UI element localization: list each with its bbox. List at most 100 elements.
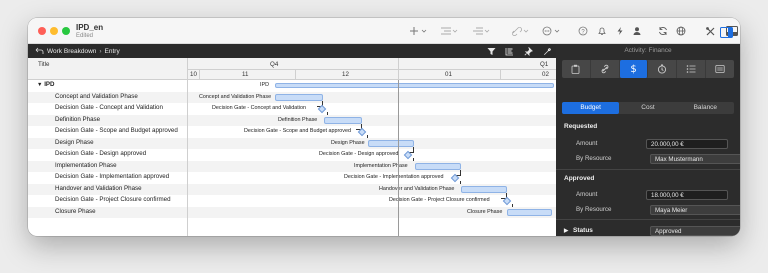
- tab-list-icon[interactable]: [677, 60, 707, 78]
- gantt-label: Handover and Validation Phase: [379, 185, 455, 192]
- approved-amount-input[interactable]: 18.000,00 €: [646, 190, 728, 200]
- tab-document-icon[interactable]: [562, 60, 591, 78]
- gantt-label: Concept and Validation Phase: [199, 93, 272, 100]
- gantt-label: Decision Gate - Design approved: [319, 151, 399, 157]
- table-row[interactable]: Implementation Phase Implementation Phas…: [28, 160, 556, 176]
- table-row[interactable]: Decision Gate - Implementation approved …: [28, 172, 556, 187]
- row-title: Handover and Validation Phase: [55, 184, 142, 192]
- disclosure-triangle-icon[interactable]: ▼: [37, 82, 42, 88]
- app-window: IPD_en Edited ? Work Breakdown › Entry T…: [28, 18, 740, 236]
- tools-icon[interactable]: [705, 25, 716, 37]
- row-title: Decision Gate - Concept and Validation: [55, 104, 163, 111]
- row-title: Decision Gate - Scope and Budget approve…: [55, 127, 178, 134]
- table-row[interactable]: ▼ IPD IPD: [28, 80, 556, 92]
- tab-time-icon[interactable]: [648, 60, 678, 78]
- lightning-icon[interactable]: [615, 25, 625, 37]
- document-title: IPD_en: [76, 23, 104, 32]
- requested-resource-value: Max Mustermann: [655, 156, 703, 163]
- row-title: Closure Phase: [55, 207, 96, 215]
- approved-resource-label: By Resource: [576, 206, 612, 213]
- quarter-label: Q1: [540, 61, 549, 68]
- column-divider[interactable]: [187, 58, 188, 236]
- gantt-label: Closure Phase: [467, 208, 503, 215]
- filter-icon[interactable]: [487, 47, 496, 56]
- breadcrumb-item-entry[interactable]: Entry: [105, 48, 120, 55]
- quarter-label: Q4: [270, 61, 279, 68]
- close-window-button[interactable]: [38, 27, 46, 35]
- outline-toolbar: Work Breakdown › Entry: [28, 44, 556, 58]
- gantt-label: Design Phase: [331, 139, 365, 146]
- task-bar[interactable]: [275, 93, 323, 101]
- table-row[interactable]: Decision Gate - Design approved Decision…: [28, 149, 556, 164]
- outline-view-icon[interactable]: [505, 47, 514, 56]
- task-bar[interactable]: [368, 139, 414, 147]
- approved-resource-value: Maya Meier: [655, 207, 688, 214]
- globe-icon[interactable]: [676, 25, 686, 37]
- table-row[interactable]: Concept and Validation Phase Concept and…: [28, 91, 556, 107]
- month-label: 10: [190, 71, 197, 78]
- task-bar[interactable]: [461, 185, 507, 193]
- approved-resource-select[interactable]: Maya Meier ⌄: [650, 205, 740, 215]
- task-bar[interactable]: [324, 116, 362, 124]
- status-select[interactable]: Approved ⌄: [650, 226, 740, 236]
- wrench-icon[interactable]: [543, 47, 552, 56]
- help-icon[interactable]: ?: [578, 25, 588, 37]
- table-row[interactable]: Decision Gate - Concept and Validation D…: [28, 103, 556, 118]
- summary-bar[interactable]: [275, 83, 554, 88]
- row-title: Design Phase: [55, 138, 94, 146]
- requested-resource-select[interactable]: Max Mustermann ⌄: [650, 154, 740, 164]
- disclosure-triangle-icon[interactable]: ▶: [564, 228, 568, 234]
- notification-bell-icon[interactable]: [597, 25, 607, 37]
- row-title: Implementation Phase: [55, 161, 117, 169]
- indent-icon[interactable]: [440, 25, 458, 37]
- month-label: 11: [242, 71, 249, 78]
- inspector-toggle-icon[interactable]: [720, 25, 733, 38]
- requested-amount-label: Amount: [576, 140, 598, 147]
- zoom-window-button[interactable]: [62, 27, 70, 35]
- inspector-panel: Activity: Finance $ Budget Cost Balance …: [556, 44, 740, 236]
- table-row[interactable]: Decision Gate - Scope and Budget approve…: [28, 126, 556, 141]
- sync-icon[interactable]: [658, 25, 668, 37]
- table-row[interactable]: Decision Gate - Project Closure confirme…: [28, 195, 556, 210]
- today-line: [398, 80, 399, 236]
- approved-heading: Approved: [564, 175, 595, 182]
- gantt-label: Decision Gate - Project Closure confirme…: [389, 197, 490, 203]
- gantt-label: Definition Phase: [278, 116, 318, 123]
- table-row[interactable]: Closure Phase Closure Phase: [28, 206, 556, 218]
- outdent-icon[interactable]: [472, 25, 490, 37]
- task-bar[interactable]: [415, 162, 461, 170]
- gantt-label: Decision Gate - Concept and Validation: [212, 105, 306, 111]
- back-arrow-icon[interactable]: [35, 47, 44, 55]
- task-bar[interactable]: [507, 208, 552, 216]
- more-icon[interactable]: [542, 25, 560, 37]
- title-column-header[interactable]: Title: [38, 61, 49, 68]
- add-icon[interactable]: [409, 25, 427, 37]
- link-icon[interactable]: [511, 25, 529, 37]
- user-icon[interactable]: [632, 25, 642, 37]
- breadcrumb: Work Breakdown › Entry: [35, 47, 120, 55]
- inspector-title: Activity: Finance: [624, 47, 672, 54]
- table-row[interactable]: Definition Phase Definition Phase: [28, 114, 556, 130]
- status-section[interactable]: ▶ Status: [564, 227, 593, 234]
- tab-finance-dollar-icon[interactable]: $: [619, 60, 649, 78]
- minimize-window-button[interactable]: [50, 27, 58, 35]
- month-label: 02: [542, 71, 549, 78]
- inspector-tabs: $: [562, 60, 734, 78]
- row-title: Decision Gate - Implementation approved: [55, 173, 170, 180]
- segment-balance[interactable]: Balance: [677, 102, 734, 114]
- gantt-header: Title Q4 Q1 10 11 12 01 02: [28, 58, 556, 80]
- tab-notes-icon[interactable]: [706, 60, 734, 78]
- status-label: Status: [573, 227, 593, 234]
- table-row[interactable]: Handover and Validation Phase Handover a…: [28, 183, 556, 199]
- breadcrumb-item-work-breakdown[interactable]: Work Breakdown: [47, 48, 96, 55]
- tab-link-icon[interactable]: [591, 60, 620, 78]
- title-bar: IPD_en Edited ?: [28, 18, 740, 44]
- pin-icon[interactable]: [524, 47, 533, 56]
- table-row[interactable]: Design Phase Design Phase: [28, 137, 556, 153]
- segment-cost[interactable]: Cost: [619, 102, 676, 114]
- gantt-label: Decision Gate - Implementation approved: [344, 174, 444, 180]
- segment-budget[interactable]: Budget: [562, 102, 620, 114]
- requested-amount-input[interactable]: 20.000,00 €: [646, 139, 728, 149]
- chevron-right-icon: ›: [99, 47, 102, 55]
- approved-amount-label: Amount: [576, 191, 598, 198]
